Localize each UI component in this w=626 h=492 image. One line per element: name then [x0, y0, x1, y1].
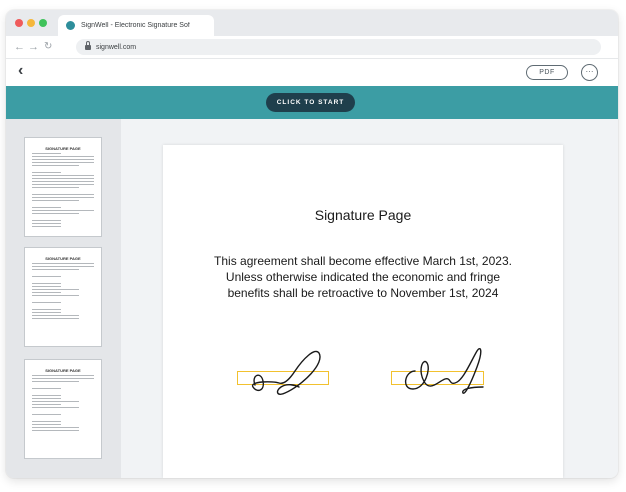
browser-tab[interactable]: SignWell - Electronic Signature Sof: [58, 15, 214, 36]
signature-2: [391, 341, 491, 401]
agreement-line-3: benefits shall be retroactive to Novembe…: [227, 286, 499, 300]
agreement-line-1: This agreement shall become effective Ma…: [214, 254, 512, 268]
address-bar-row: ← → ↻ signwell.com: [6, 36, 618, 58]
agreement-text: This agreement shall become effective Ma…: [163, 253, 563, 301]
maximize-window-icon[interactable]: [39, 19, 47, 27]
signature-1: [233, 341, 333, 401]
thumbnail-title: SIGNATURE PAGE: [45, 256, 81, 261]
forward-arrow-icon[interactable]: →: [28, 40, 39, 54]
document-viewer: Signature Page This agreement shall beco…: [121, 119, 618, 478]
document-page: Signature Page This agreement shall beco…: [163, 145, 563, 478]
click-to-start-button[interactable]: CLICK TO START: [266, 93, 355, 112]
signwell-favicon-icon: [66, 21, 75, 30]
page-heading: Signature Page: [314, 207, 412, 223]
page-thumbnail-3[interactable]: SIGNATURE PAGE: [24, 359, 102, 459]
lock-icon: [85, 40, 91, 51]
page-thumbnail-1[interactable]: SIGNATURE PAGE: [24, 137, 102, 237]
pdf-button[interactable]: PDF: [526, 65, 568, 80]
browser-window: SignWell - Electronic Signature Sof ← → …: [6, 10, 618, 478]
more-options-button[interactable]: ···: [581, 64, 598, 81]
signature-2-drawing: [405, 348, 484, 394]
start-banner: CLICK TO START: [6, 86, 618, 119]
close-window-icon[interactable]: [15, 19, 23, 27]
thumbnail-title: SIGNATURE PAGE: [45, 146, 81, 151]
url-bar[interactable]: signwell.com: [76, 39, 601, 55]
back-chevron-icon[interactable]: ‹: [18, 62, 23, 80]
url-text[interactable]: signwell.com: [96, 44, 136, 51]
back-arrow-icon[interactable]: ←: [14, 40, 25, 54]
reload-icon[interactable]: ↻: [44, 40, 52, 54]
thumbnail-title: SIGNATURE PAGE: [45, 368, 81, 373]
page-thumbnails-sidebar: SIGNATURE PAGE SIGNATURE PAGE SIGNATURE …: [6, 119, 121, 478]
app-toolbar: ‹ PDF ···: [6, 58, 618, 87]
minimize-window-icon[interactable]: [27, 19, 35, 27]
tab-title: SignWell - Electronic Signature Sof: [81, 22, 190, 29]
page-thumbnail-2[interactable]: SIGNATURE PAGE: [24, 247, 102, 347]
signature-1-drawing: [252, 350, 321, 396]
tab-strip: SignWell - Electronic Signature Sof: [6, 10, 618, 36]
agreement-line-2: Unless otherwise indicated the economic …: [225, 270, 501, 284]
